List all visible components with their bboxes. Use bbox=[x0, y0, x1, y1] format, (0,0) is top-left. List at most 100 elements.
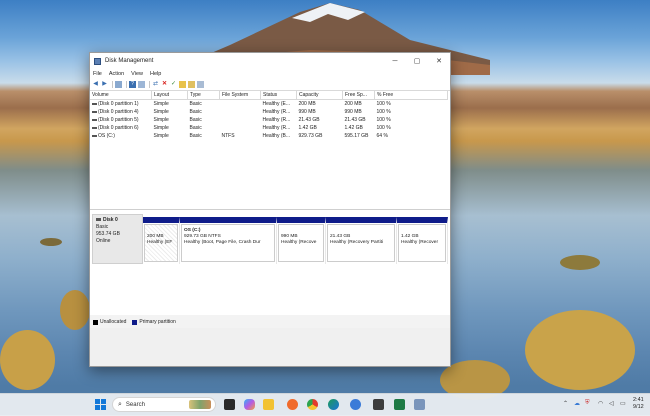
menu-action[interactable]: Action bbox=[109, 71, 124, 77]
table-row[interactable]: (Disk 0 partition 4) Simple Basic Health… bbox=[90, 108, 448, 116]
cloud-icon[interactable]: ☁ bbox=[574, 400, 580, 407]
start-button[interactable] bbox=[95, 399, 106, 410]
table-cell: Basic bbox=[189, 125, 202, 131]
partition-block[interactable]: 200 MB Healthy (EF bbox=[143, 217, 180, 264]
clock-time: 2:41 bbox=[633, 397, 644, 403]
table-cell: 200 MB bbox=[298, 101, 316, 107]
column-header[interactable]: Layout bbox=[151, 91, 188, 100]
column-header[interactable]: Free Sp... bbox=[342, 91, 375, 100]
settings-icon[interactable] bbox=[350, 399, 361, 410]
partition-block[interactable]: 1.42 GB Healthy (Recover bbox=[397, 217, 448, 264]
wallpaper-grass bbox=[0, 330, 55, 390]
table-cell: Healthy (R... bbox=[262, 125, 291, 131]
disk-type: Basic bbox=[96, 224, 109, 230]
partition-status: Healthy (Boot, Page File, Crash Dur bbox=[184, 240, 261, 245]
column-header[interactable]: Type bbox=[187, 91, 220, 100]
properties-icon[interactable] bbox=[138, 81, 145, 88]
table-cell: 100 % bbox=[376, 101, 391, 107]
volume-list: Volume Layout Type File System Status Ca… bbox=[90, 91, 450, 210]
menu-help[interactable]: Help bbox=[150, 71, 161, 77]
title-bar[interactable]: Disk Management ─ ▢ ✕ bbox=[90, 53, 450, 69]
table-cell: Simple bbox=[153, 117, 169, 123]
file-explorer-icon[interactable] bbox=[263, 399, 274, 410]
window-title: Disk Management bbox=[105, 58, 154, 64]
clock[interactable]: 2:41 9/12 bbox=[633, 397, 644, 411]
close-button[interactable]: ✕ bbox=[428, 53, 450, 69]
volume-icon[interactable]: ◁ bbox=[609, 400, 614, 407]
disk-graphical-view: Disk 0 Basic 953.74 GB Online 200 MB Hea… bbox=[90, 210, 450, 315]
menu-file[interactable]: File bbox=[93, 71, 102, 77]
disk-label[interactable]: Disk 0 Basic 953.74 GB Online bbox=[92, 214, 143, 264]
column-header[interactable]: Capacity bbox=[296, 91, 343, 100]
status-area bbox=[90, 328, 450, 366]
task-view-icon[interactable] bbox=[224, 399, 235, 410]
column-header[interactable]: Status bbox=[260, 91, 297, 100]
table-cell: Simple bbox=[153, 109, 169, 115]
check-icon[interactable]: ✓ bbox=[170, 81, 177, 88]
partition-bar: 200 MB Healthy (EF OS (C:) 929.73 GB NTF… bbox=[143, 217, 448, 264]
table-cell: Simple bbox=[153, 133, 169, 139]
table-cell: Basic bbox=[189, 117, 202, 123]
table-cell bbox=[220, 116, 261, 124]
menu-bar: File Action View Help bbox=[90, 69, 450, 79]
firefox-icon[interactable] bbox=[287, 399, 298, 410]
minimize-button[interactable]: ─ bbox=[384, 53, 406, 69]
partition-status: Healthy (EF bbox=[147, 240, 173, 245]
primary-partition-swatch bbox=[132, 319, 138, 325]
disk-list-icon[interactable] bbox=[115, 81, 122, 88]
chrome-icon[interactable] bbox=[307, 399, 318, 410]
partition-block[interactable]: 990 MB Healthy (Recove bbox=[277, 217, 326, 264]
table-header-row: Volume Layout Type File System Status Ca… bbox=[90, 91, 448, 100]
partition-block[interactable]: OS (C:) 929.73 GB NTFS Healthy (Boot, Pa… bbox=[180, 217, 277, 264]
column-header[interactable]: Volume bbox=[90, 91, 152, 100]
column-header[interactable]: % Free bbox=[374, 91, 448, 100]
table-cell: Healthy (E... bbox=[262, 101, 291, 107]
column-header[interactable]: File System bbox=[219, 91, 261, 100]
search-highlight-icon bbox=[189, 400, 211, 409]
search-icon[interactable] bbox=[188, 81, 195, 88]
volume-icon bbox=[92, 134, 97, 137]
table-cell bbox=[220, 100, 261, 109]
shield-icon[interactable]: ⛨ bbox=[585, 400, 590, 407]
table-cell: 200 MB bbox=[344, 101, 362, 107]
table-row[interactable]: (Disk 0 partition 1) Simple Basic Health… bbox=[90, 100, 448, 109]
table-cell: 595.17 GB bbox=[344, 133, 369, 139]
table-cell: (Disk 0 partition 4) bbox=[98, 109, 139, 115]
table-cell: 21.43 GB bbox=[298, 117, 320, 123]
chevron-up-icon[interactable]: ⌃ bbox=[563, 400, 568, 407]
partition-status: Healthy (Recove bbox=[281, 240, 317, 245]
disk-size: 953.74 GB bbox=[96, 231, 120, 237]
help-icon[interactable]: ? bbox=[129, 81, 136, 88]
search-box[interactable]: ⌕ Search bbox=[112, 397, 216, 412]
wifi-icon[interactable]: ◠ bbox=[598, 400, 603, 407]
back-arrow-icon[interactable]: ◀ bbox=[92, 81, 99, 88]
disk-management-icon bbox=[94, 57, 101, 65]
connect-icon[interactable]: ⇄ bbox=[152, 81, 159, 88]
calculator-icon[interactable] bbox=[373, 399, 384, 410]
partition-block[interactable]: 21.43 GB Healthy (Recovery Partiti bbox=[326, 217, 397, 264]
view-icon[interactable] bbox=[197, 81, 204, 88]
table-row[interactable]: (Disk 0 partition 5) Simple Basic Health… bbox=[90, 116, 448, 124]
table-cell: 64 % bbox=[376, 133, 388, 139]
folder-icon[interactable] bbox=[179, 81, 186, 88]
forward-arrow-icon[interactable]: ▶ bbox=[101, 81, 108, 88]
legend-unallocated: Unallocated bbox=[100, 319, 127, 325]
table-cell: OS (C:) bbox=[98, 133, 115, 139]
table-row[interactable]: (Disk 0 partition 6) Simple Basic Health… bbox=[90, 124, 448, 132]
clock-date: 9/12 bbox=[633, 404, 644, 410]
legend-primary: Primary partition bbox=[139, 319, 176, 325]
copilot-icon[interactable] bbox=[244, 399, 255, 410]
edge-icon[interactable] bbox=[328, 399, 339, 410]
menu-view[interactable]: View bbox=[131, 71, 143, 77]
maximize-button[interactable]: ▢ bbox=[406, 53, 428, 69]
table-cell: 21.43 GB bbox=[344, 117, 366, 123]
delete-icon[interactable]: ✕ bbox=[161, 81, 168, 88]
battery-icon[interactable]: ▭ bbox=[620, 400, 626, 407]
excel-icon[interactable] bbox=[394, 399, 405, 410]
table-cell: Healthy (B... bbox=[262, 133, 291, 139]
disk-management-taskbar-icon[interactable] bbox=[414, 399, 425, 410]
wallpaper-grass bbox=[60, 290, 90, 330]
table-cell bbox=[220, 124, 261, 132]
table-cell: (Disk 0 partition 5) bbox=[98, 117, 139, 123]
table-row[interactable]: OS (C:) Simple Basic NTFS Healthy (B... … bbox=[90, 132, 448, 140]
